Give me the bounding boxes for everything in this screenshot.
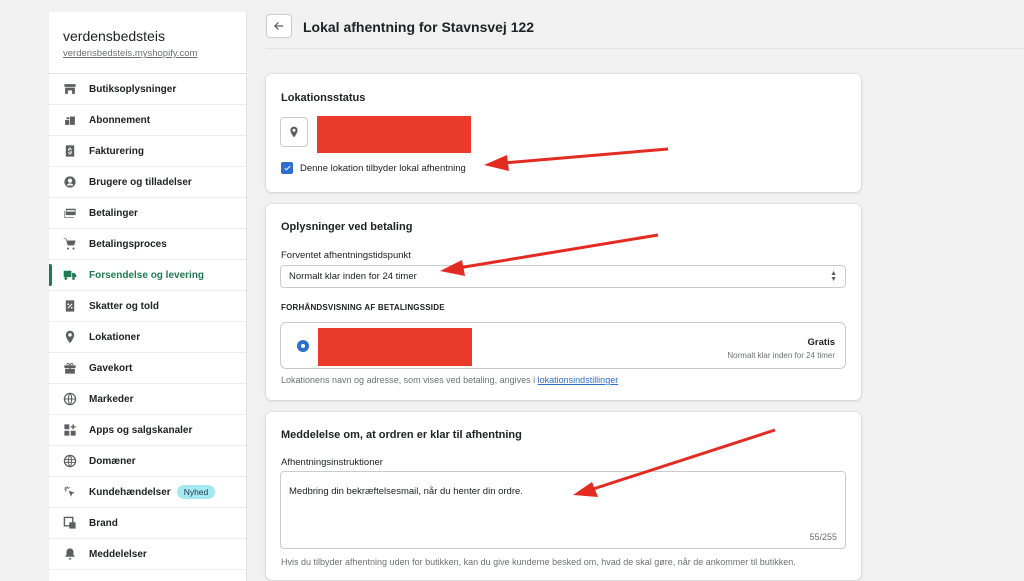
cursor-icon — [63, 485, 77, 499]
checkout-info-title: Oplysninger ved betaling — [281, 221, 413, 233]
truck-icon — [63, 268, 77, 282]
local-pickup-checkbox-label: Denne lokation tilbyder lokal afhentning — [300, 162, 466, 174]
back-button[interactable] — [266, 14, 292, 38]
store-info: verdensbedsteis verdensbedsteis.myshopif… — [49, 12, 246, 74]
globe-icon — [63, 392, 77, 406]
user-icon — [63, 175, 77, 189]
sidebar-item-label: Brand — [89, 517, 118, 529]
sidebar-item-abonnement[interactable]: Abonnement — [49, 105, 246, 136]
pickup-instructions-textarea[interactable]: Medbring din bekræftelsesmail, når du he… — [280, 471, 846, 549]
ready-notice-help: Hvis du tilbyder afhentning uden for but… — [281, 557, 796, 567]
sidebar-item-gavekort[interactable]: Gavekort — [49, 353, 246, 384]
sidebar-item-betalinger[interactable]: Betalinger — [49, 198, 246, 229]
sidebar-item-label: Domæner — [89, 455, 136, 467]
tax-icon — [63, 299, 77, 313]
apps-icon — [63, 423, 77, 437]
sidebar-item-label: Meddelelser — [89, 548, 147, 560]
bell-icon — [63, 547, 77, 561]
sidebar-item-label: Gavekort — [89, 362, 133, 374]
header-divider — [266, 48, 1024, 49]
sidebar-item-butiksoplysninger[interactable]: Butiksoplysninger — [49, 74, 246, 105]
sidebar-item-label: Butiksoplysninger — [89, 83, 177, 95]
pickup-radio[interactable] — [297, 340, 309, 352]
sidebar-item-label: Markeder — [89, 393, 134, 405]
expected-pickup-select[interactable]: Normalt klar inden for 24 timer ▲ ▼ — [280, 265, 846, 288]
sidebar-item-brand[interactable]: Brand — [49, 508, 246, 539]
sidebar-item-label: Betalinger — [89, 207, 138, 219]
instructions-label: Afhentningsinstruktioner — [281, 457, 383, 468]
store-url-link[interactable]: verdensbedsteis.myshopify.com — [63, 48, 232, 59]
arrow-left-icon — [273, 21, 284, 31]
location-status-card: Lokationsstatus Denne lokation tilbyder … — [266, 74, 861, 192]
payments-icon — [63, 206, 77, 220]
preview-price: Gratis — [807, 337, 835, 348]
local-pickup-checkbox-row[interactable]: Denne lokation tilbyder lokal afhentning — [281, 162, 466, 174]
redacted-preview-location — [318, 328, 472, 366]
plan-icon — [63, 113, 77, 127]
sidebar-item-domaener[interactable]: Domæner — [49, 446, 246, 477]
page-title: Lokal afhentning for Stavnsvej 122 — [303, 19, 535, 35]
sidebar-item-label: Brugere og tilladelser — [89, 176, 192, 188]
sidebar-item-label: Betalingsproces — [89, 238, 167, 250]
sidebar-item-label: Apps og salgskanaler — [89, 424, 193, 436]
select-caret-icon: ▲ ▼ — [830, 270, 837, 283]
sidebar-item-lokationer[interactable]: Lokationer — [49, 322, 246, 353]
sidebar-item-label: Abonnement — [89, 114, 151, 126]
character-count: 55/255 — [809, 532, 837, 542]
expected-pickup-value: Normalt klar inden for 24 timer — [289, 271, 417, 282]
billing-icon — [63, 144, 77, 158]
pickup-instructions-value: Medbring din bekræftelsesmail, når du he… — [289, 486, 523, 497]
sidebar-item-label: Forsendelse og levering — [89, 269, 205, 281]
brand-icon — [63, 516, 77, 530]
preview-heading: FORHÅNDSVISNING AF BETALINGSSIDE — [281, 303, 445, 312]
sidebar-item-label: Lokationer — [89, 331, 141, 343]
redacted-location-name — [317, 116, 471, 153]
location-pin-icon — [290, 126, 298, 138]
sidebar-item-fakturering[interactable]: Fakturering — [49, 136, 246, 167]
sidebar-item-markeder[interactable]: Markeder — [49, 384, 246, 415]
location-icon — [63, 330, 77, 344]
gift-icon — [63, 361, 77, 375]
location-status-title: Lokationsstatus — [281, 92, 366, 104]
ready-notice-title: Meddelelse om, at ordren er klar til afh… — [281, 429, 522, 441]
checkout-help-prefix: Lokationens navn og adresse, som vises v… — [281, 375, 538, 385]
sidebar-item-label: Fakturering — [89, 145, 145, 157]
preview-subtext: Normalt klar inden for 24 timer — [727, 351, 835, 360]
sidebar-item-meddelelser[interactable]: Meddelelser — [49, 539, 246, 570]
location-settings-link[interactable]: lokationsindstillinger — [538, 375, 619, 385]
local-pickup-checkbox[interactable] — [281, 162, 293, 174]
new-badge: Nyhed — [176, 485, 216, 499]
sidebar-item-forsendelse[interactable]: Forsendelse og levering — [49, 260, 246, 291]
sidebar-item-brugere[interactable]: Brugere og tilladelser — [49, 167, 246, 198]
checkout-preview: Gratis Normalt klar inden for 24 timer — [280, 322, 846, 369]
cart-icon — [63, 237, 77, 251]
settings-sidebar: verdensbedsteis verdensbedsteis.myshopif… — [49, 12, 247, 581]
checkmark-icon — [283, 165, 291, 171]
store-icon — [63, 82, 77, 96]
checkout-info-card: Oplysninger ved betaling Forventet afhen… — [266, 204, 861, 400]
sidebar-item-label: Skatter og told — [89, 300, 160, 312]
ready-notice-card: Meddelelse om, at ordren er klar til afh… — [266, 412, 861, 580]
expected-pickup-label: Forventet afhentningstidspunkt — [281, 250, 411, 261]
sidebar-item-skatter[interactable]: Skatter og told — [49, 291, 246, 322]
sidebar-item-label: Kundehændelser — [89, 486, 171, 498]
domain-icon — [63, 454, 77, 468]
location-thumbnail — [280, 117, 308, 147]
sidebar-item-apps[interactable]: Apps og salgskanaler — [49, 415, 246, 446]
sidebar-item-betalingsproces[interactable]: Betalingsproces — [49, 229, 246, 260]
checkout-help-text: Lokationens navn og adresse, som vises v… — [281, 375, 618, 385]
sidebar-item-kundehaendelser[interactable]: Kundehændelser Nyhed — [49, 477, 246, 508]
store-name: verdensbedsteis — [63, 28, 165, 44]
